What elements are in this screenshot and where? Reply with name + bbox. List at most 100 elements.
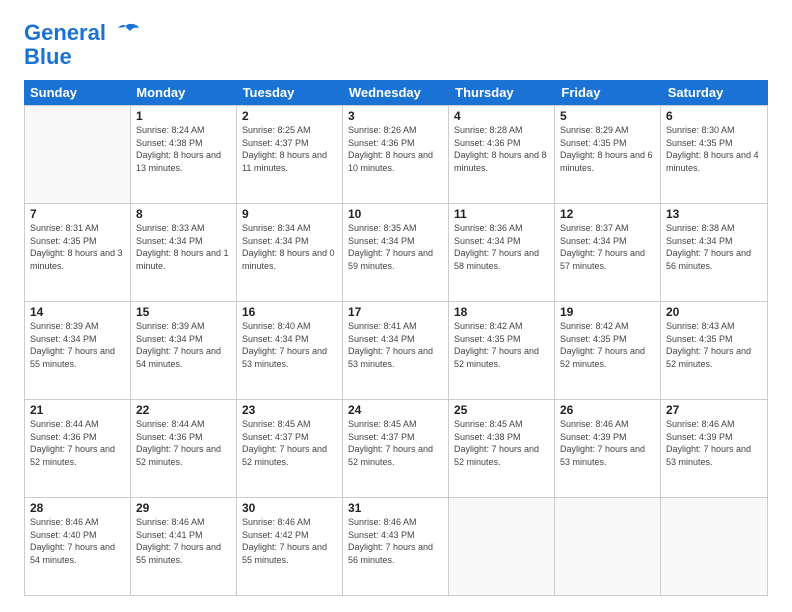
- day-info: Sunrise: 8:31 AMSunset: 4:35 PMDaylight:…: [30, 222, 125, 272]
- day-number: 19: [560, 305, 655, 319]
- day-number: 3: [348, 109, 443, 123]
- day-info: Sunrise: 8:36 AMSunset: 4:34 PMDaylight:…: [454, 222, 549, 272]
- calendar-cell: 31Sunrise: 8:46 AMSunset: 4:43 PMDayligh…: [343, 498, 449, 595]
- day-number: 18: [454, 305, 549, 319]
- header-day-tuesday: Tuesday: [237, 80, 343, 105]
- calendar-cell: 17Sunrise: 8:41 AMSunset: 4:34 PMDayligh…: [343, 302, 449, 399]
- calendar-cell: [661, 498, 767, 595]
- day-number: 10: [348, 207, 443, 221]
- day-info: Sunrise: 8:41 AMSunset: 4:34 PMDaylight:…: [348, 320, 443, 370]
- calendar-cell: 26Sunrise: 8:46 AMSunset: 4:39 PMDayligh…: [555, 400, 661, 497]
- logo-text: General: [24, 20, 106, 46]
- day-number: 22: [136, 403, 231, 417]
- day-info: Sunrise: 8:33 AMSunset: 4:34 PMDaylight:…: [136, 222, 231, 272]
- day-number: 17: [348, 305, 443, 319]
- day-info: Sunrise: 8:46 AMSunset: 4:39 PMDaylight:…: [666, 418, 762, 468]
- day-info: Sunrise: 8:34 AMSunset: 4:34 PMDaylight:…: [242, 222, 337, 272]
- day-number: 16: [242, 305, 337, 319]
- day-number: 30: [242, 501, 337, 515]
- day-info: Sunrise: 8:45 AMSunset: 4:37 PMDaylight:…: [348, 418, 443, 468]
- calendar-cell: 24Sunrise: 8:45 AMSunset: 4:37 PMDayligh…: [343, 400, 449, 497]
- calendar-cell: 5Sunrise: 8:29 AMSunset: 4:35 PMDaylight…: [555, 106, 661, 203]
- day-info: Sunrise: 8:43 AMSunset: 4:35 PMDaylight:…: [666, 320, 762, 370]
- day-info: Sunrise: 8:42 AMSunset: 4:35 PMDaylight:…: [454, 320, 549, 370]
- calendar-cell: [449, 498, 555, 595]
- calendar-cell: 23Sunrise: 8:45 AMSunset: 4:37 PMDayligh…: [237, 400, 343, 497]
- calendar-cell: 25Sunrise: 8:45 AMSunset: 4:38 PMDayligh…: [449, 400, 555, 497]
- header-day-friday: Friday: [555, 80, 661, 105]
- day-info: Sunrise: 8:26 AMSunset: 4:36 PMDaylight:…: [348, 124, 443, 174]
- header-day-thursday: Thursday: [449, 80, 555, 105]
- day-info: Sunrise: 8:46 AMSunset: 4:41 PMDaylight:…: [136, 516, 231, 566]
- calendar-cell: 8Sunrise: 8:33 AMSunset: 4:34 PMDaylight…: [131, 204, 237, 301]
- day-number: 29: [136, 501, 231, 515]
- day-info: Sunrise: 8:24 AMSunset: 4:38 PMDaylight:…: [136, 124, 231, 174]
- day-number: 8: [136, 207, 231, 221]
- calendar-cell: [555, 498, 661, 595]
- day-number: 13: [666, 207, 762, 221]
- day-number: 31: [348, 501, 443, 515]
- day-info: Sunrise: 8:46 AMSunset: 4:40 PMDaylight:…: [30, 516, 125, 566]
- day-info: Sunrise: 8:28 AMSunset: 4:36 PMDaylight:…: [454, 124, 549, 174]
- day-number: 7: [30, 207, 125, 221]
- calendar-cell: 13Sunrise: 8:38 AMSunset: 4:34 PMDayligh…: [661, 204, 767, 301]
- logo: General Blue: [24, 20, 140, 68]
- day-info: Sunrise: 8:38 AMSunset: 4:34 PMDaylight:…: [666, 222, 762, 272]
- calendar-cell: 11Sunrise: 8:36 AMSunset: 4:34 PMDayligh…: [449, 204, 555, 301]
- day-number: 25: [454, 403, 549, 417]
- day-info: Sunrise: 8:39 AMSunset: 4:34 PMDaylight:…: [30, 320, 125, 370]
- calendar-cell: 1Sunrise: 8:24 AMSunset: 4:38 PMDaylight…: [131, 106, 237, 203]
- calendar-cell: 4Sunrise: 8:28 AMSunset: 4:36 PMDaylight…: [449, 106, 555, 203]
- header-day-monday: Monday: [130, 80, 236, 105]
- day-info: Sunrise: 8:44 AMSunset: 4:36 PMDaylight:…: [136, 418, 231, 468]
- day-number: 24: [348, 403, 443, 417]
- day-info: Sunrise: 8:29 AMSunset: 4:35 PMDaylight:…: [560, 124, 655, 174]
- day-info: Sunrise: 8:45 AMSunset: 4:37 PMDaylight:…: [242, 418, 337, 468]
- calendar-row-2: 14Sunrise: 8:39 AMSunset: 4:34 PMDayligh…: [25, 301, 767, 399]
- calendar-cell: 19Sunrise: 8:42 AMSunset: 4:35 PMDayligh…: [555, 302, 661, 399]
- day-number: 4: [454, 109, 549, 123]
- calendar-cell: 2Sunrise: 8:25 AMSunset: 4:37 PMDaylight…: [237, 106, 343, 203]
- calendar-cell: 7Sunrise: 8:31 AMSunset: 4:35 PMDaylight…: [25, 204, 131, 301]
- header-day-sunday: Sunday: [24, 80, 130, 105]
- day-number: 23: [242, 403, 337, 417]
- day-info: Sunrise: 8:40 AMSunset: 4:34 PMDaylight:…: [242, 320, 337, 370]
- day-number: 28: [30, 501, 125, 515]
- calendar-body: 1Sunrise: 8:24 AMSunset: 4:38 PMDaylight…: [24, 105, 768, 596]
- calendar-cell: 21Sunrise: 8:44 AMSunset: 4:36 PMDayligh…: [25, 400, 131, 497]
- day-info: Sunrise: 8:46 AMSunset: 4:43 PMDaylight:…: [348, 516, 443, 566]
- day-info: Sunrise: 8:46 AMSunset: 4:39 PMDaylight:…: [560, 418, 655, 468]
- day-number: 1: [136, 109, 231, 123]
- calendar-cell: 3Sunrise: 8:26 AMSunset: 4:36 PMDaylight…: [343, 106, 449, 203]
- calendar-row-3: 21 Sunrise: 8:44 AMSunset: 4:36 PMDayligh…: [25, 399, 767, 497]
- calendar-cell: 6Sunrise: 8:30 AMSunset: 4:35 PMDaylight…: [661, 106, 767, 203]
- day-number: 21: [30, 403, 125, 417]
- calendar-cell: 14Sunrise: 8:39 AMSunset: 4:34 PMDayligh…: [25, 302, 131, 399]
- header: General Blue: [24, 20, 768, 68]
- calendar-cell: 30Sunrise: 8:46 AMSunset: 4:42 PMDayligh…: [237, 498, 343, 595]
- day-number: 9: [242, 207, 337, 221]
- calendar-cell: 18Sunrise: 8:42 AMSunset: 4:35 PMDayligh…: [449, 302, 555, 399]
- day-number: 14: [30, 305, 125, 319]
- day-number: 15: [136, 305, 231, 319]
- day-info: Sunrise: 8:30 AMSunset: 4:35 PMDaylight:…: [666, 124, 762, 174]
- day-info: Sunrise: 8:25 AMSunset: 4:37 PMDaylight:…: [242, 124, 337, 174]
- calendar-cell: 29Sunrise: 8:46 AMSunset: 4:41 PMDayligh…: [131, 498, 237, 595]
- calendar-cell: 10Sunrise: 8:35 AMSunset: 4:34 PMDayligh…: [343, 204, 449, 301]
- day-info: Sunrise: 8:39 AMSunset: 4:34 PMDaylight:…: [136, 320, 231, 370]
- calendar: SundayMondayTuesdayWednesdayThursdayFrid…: [24, 80, 768, 596]
- calendar-row-4: 28Sunrise: 8:46 AMSunset: 4:40 PMDayligh…: [25, 497, 767, 595]
- calendar-row-0: 1Sunrise: 8:24 AMSunset: 4:38 PMDaylight…: [25, 105, 767, 203]
- day-number: 11: [454, 207, 549, 221]
- calendar-cell: 22Sunrise: 8:44 AMSunset: 4:36 PMDayligh…: [131, 400, 237, 497]
- calendar-cell: [25, 106, 131, 203]
- header-day-wednesday: Wednesday: [343, 80, 449, 105]
- day-number: 12: [560, 207, 655, 221]
- header-day-saturday: Saturday: [662, 80, 768, 105]
- day-info: Sunrise: 8:42 AMSunset: 4:35 PMDaylight:…: [560, 320, 655, 370]
- logo-general: General: [24, 20, 106, 45]
- logo-bird-icon: [112, 22, 140, 44]
- day-number: 20: [666, 305, 762, 319]
- day-number: 2: [242, 109, 337, 123]
- logo-blue: Blue: [24, 46, 72, 68]
